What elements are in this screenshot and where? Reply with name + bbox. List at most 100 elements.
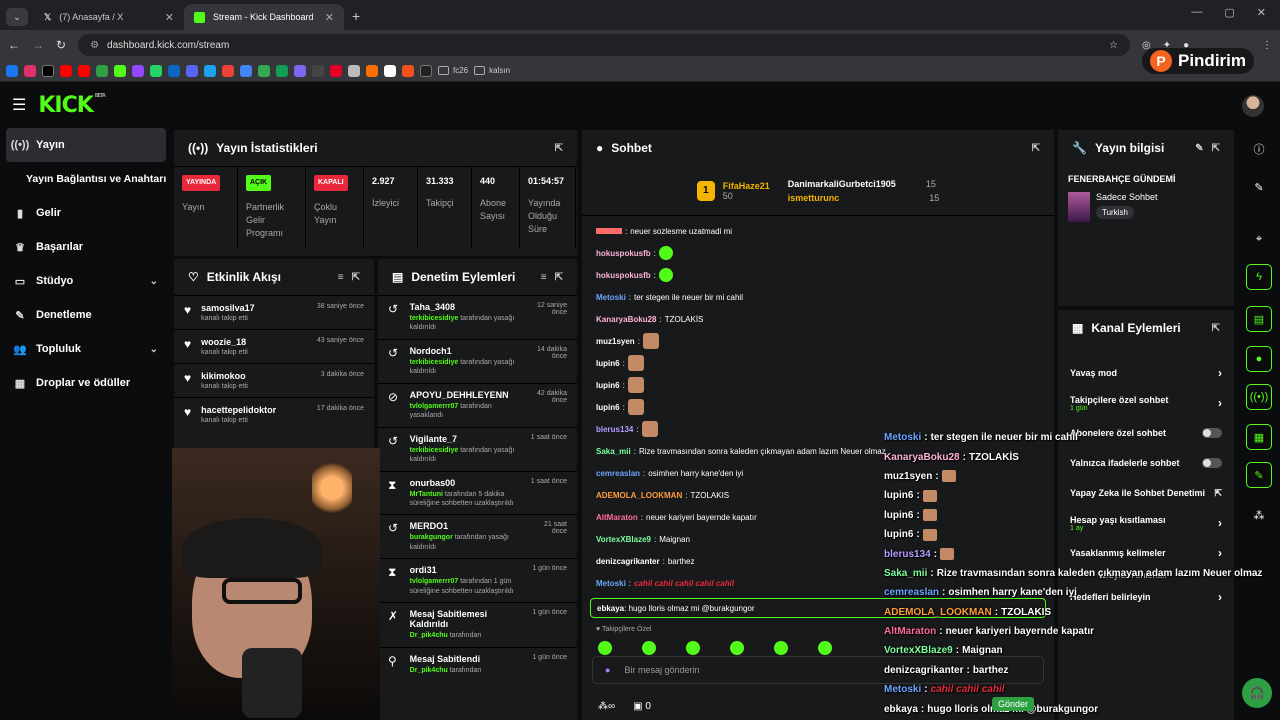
pinterest-icon[interactable] (330, 64, 342, 77)
moderation-row[interactable]: ✗ Mesaj Sabitlemesi Kaldırıldı Dr_pik4chu … (378, 602, 577, 646)
chat-message[interactable]: Metoski: ter stegen ile neuer bir mi cahi… (582, 286, 1054, 308)
tab-x[interactable]: 𝕏 (7) Anasayfa / X ✕ (34, 4, 184, 30)
moderated-username[interactable]: Vigilante_7 (410, 434, 519, 444)
broadcast-icon[interactable]: ((•)) (1246, 384, 1272, 410)
activity-row[interactable]: ♥ hacettepelidoktor kanalı takip etti 17 da… (174, 397, 374, 431)
close-window-icon[interactable]: ✕ (1257, 6, 1266, 19)
youtube-studio-icon[interactable] (78, 64, 90, 77)
moderation-row[interactable]: ↺ MERDO1 burakgungor tarafından yasağı kal… (378, 514, 577, 558)
activity-username[interactable]: hacettepelidoktor (201, 405, 276, 415)
users-icon[interactable]: ⁂∞ (598, 701, 615, 712)
chat-username[interactable] (596, 228, 622, 234)
app-icon[interactable] (294, 64, 306, 77)
twitch-icon[interactable] (132, 64, 144, 77)
gmail-icon[interactable] (222, 64, 234, 77)
gifter-name[interactable]: ismetturunc (788, 193, 840, 203)
chat-username[interactable]: denizcagrikanter (596, 557, 660, 566)
reload-icon[interactable]: ↻ (56, 38, 66, 52)
chat-message[interactable]: hokuspokusfb: (582, 242, 1054, 264)
chat-username[interactable]: hokuspokusfb (596, 271, 651, 280)
chat-username[interactable]: VortexXBlaze9 (596, 535, 651, 544)
chat-username[interactable]: Metoski (596, 293, 626, 302)
focus-icon[interactable]: ⌖ (1246, 226, 1272, 252)
moderator-name[interactable]: terkibicesidiye (410, 447, 459, 454)
x-icon[interactable] (42, 64, 54, 77)
restore-icon[interactable]: ▢ (1224, 6, 1234, 19)
chat-username[interactable]: ebkaya (597, 604, 624, 613)
moderation-row[interactable]: ⚲ Mesaj Sabitlendi Dr_pik4chu tarafından 1 … (378, 646, 577, 681)
chat-message[interactable]: lupin6: (582, 352, 1054, 374)
app-icon[interactable] (348, 64, 360, 77)
moderated-username[interactable]: ordi31 (410, 565, 519, 575)
popout-icon[interactable]: ⇱ (1032, 143, 1040, 154)
emote-icon[interactable] (730, 641, 744, 655)
emote-icon[interactable] (686, 641, 700, 655)
chat-username[interactable]: Saka_mii (596, 447, 631, 456)
popout-icon[interactable]: ⇱ (1212, 143, 1220, 154)
moderation-row[interactable]: ↺ Taha_3408 terkibicesidiye tarafından yas… (378, 295, 577, 339)
moderator-name[interactable]: tvlolgamerrr07 (410, 403, 459, 410)
activity-username[interactable]: samosilva17 (201, 303, 255, 313)
app-icon[interactable] (384, 64, 396, 77)
sidebar-item-studyo[interactable]: ▭ Stüdyo ⌄ (0, 264, 172, 298)
gift-count[interactable]: ▣ 0 (633, 701, 651, 712)
user-avatar[interactable] (1242, 95, 1264, 117)
kick-logo[interactable]: KICK BETA (38, 93, 106, 118)
chat-username[interactable]: lupin6 (596, 403, 620, 412)
tab-search-button[interactable]: ⌄ (6, 8, 28, 26)
lightning-icon[interactable]: ϟ (1246, 264, 1272, 290)
activity-username[interactable]: woozie_18 (201, 337, 248, 347)
popout-icon[interactable]: ⇱ (555, 143, 563, 154)
microphone-icon[interactable]: ● (605, 665, 610, 675)
youtube-icon[interactable] (60, 64, 72, 77)
moderation-row[interactable]: ⧗ ordi31 tvlolgamerrr07 tarafından 1 gün s… (378, 558, 577, 602)
popout-icon[interactable]: ⇱ (1212, 323, 1220, 334)
bookmark-icon[interactable] (204, 64, 216, 77)
moderator-name[interactable]: burakgungor (410, 534, 453, 541)
popout-icon[interactable]: ⇱ (352, 272, 360, 283)
moderated-username[interactable]: onurbas00 (410, 478, 519, 488)
chat-message[interactable]: KanaryaBoku28: TZOLAKİS (582, 308, 1054, 330)
linkedin-icon[interactable] (168, 64, 180, 77)
moderator-name[interactable]: Dr_pik4chu (410, 667, 448, 674)
activity-row[interactable]: ♥ kikimokoo kanalı takip etti 3 dakika önce (174, 363, 374, 397)
emote-icon[interactable] (774, 641, 788, 655)
emote-icon[interactable] (818, 641, 832, 655)
chat-message[interactable]: hokuspokusfb: (582, 264, 1054, 286)
edit-icon[interactable]: ✎ (1195, 143, 1203, 154)
category-name[interactable]: Sadece Sohbet (1096, 192, 1158, 202)
edit-icon[interactable]: ✎ (1246, 174, 1272, 200)
kick-icon[interactable] (114, 64, 126, 77)
bookmark-folder-fc26[interactable]: fc26 (438, 66, 468, 75)
filter-icon[interactable]: ≡ (541, 272, 547, 283)
emote-icon[interactable] (642, 641, 656, 655)
activity-row[interactable]: ♥ woozie_18 kanalı takip etti 43 saniye önc… (174, 329, 374, 363)
chat-message[interactable]: muz1syen: (582, 330, 1054, 352)
tab-kick-dashboard[interactable]: Stream - Kick Dashboard ✕ (184, 4, 344, 30)
chat-username[interactable]: KanaryaBoku28 (596, 315, 656, 324)
gifter-name[interactable]: DanimarkaliGurbetci1905 (788, 179, 896, 189)
sidebar-item-gelir[interactable]: ▮ Gelir (0, 196, 172, 230)
chat-username[interactable]: muz1syen (596, 337, 635, 346)
forward-icon[interactable]: → (32, 38, 44, 52)
app-icon[interactable] (402, 64, 414, 77)
bookmark-star-icon[interactable]: ☆ (1109, 40, 1118, 51)
chat-username[interactable]: cemreaslan (596, 469, 640, 478)
chat-message[interactable]: lupin6: (582, 374, 1054, 396)
moderated-username[interactable]: MERDO1 (410, 521, 519, 531)
moderator-name[interactable]: terkibicesidiye (410, 315, 459, 322)
chat-message[interactable]: : neuer sozlesme uzatmadi mi (582, 220, 1054, 242)
chat-username[interactable]: hokuspokusfb (596, 249, 651, 258)
send-button[interactable]: Gönder (992, 697, 1035, 711)
facebook-icon[interactable] (6, 64, 18, 77)
menu-icon[interactable]: ⋮ (1262, 40, 1272, 51)
discord-icon[interactable] (186, 64, 198, 77)
moderation-row[interactable]: ↺ Nordoch1 terkibicesidiye tarafından yasa… (378, 338, 577, 383)
close-tab-icon[interactable]: ✕ (325, 11, 334, 24)
sidebar-item-denetleme[interactable]: ✎ Denetleme (0, 298, 172, 332)
sidebar-item-basarilar[interactable]: ♛ Başarılar (0, 230, 172, 264)
new-tab-button[interactable]: + (352, 8, 360, 24)
bookmark-folder-kalsin[interactable]: kalsın (474, 66, 510, 75)
moderator-name[interactable]: MrTantuni (410, 491, 443, 498)
chat-icon[interactable]: ● (1246, 346, 1272, 372)
